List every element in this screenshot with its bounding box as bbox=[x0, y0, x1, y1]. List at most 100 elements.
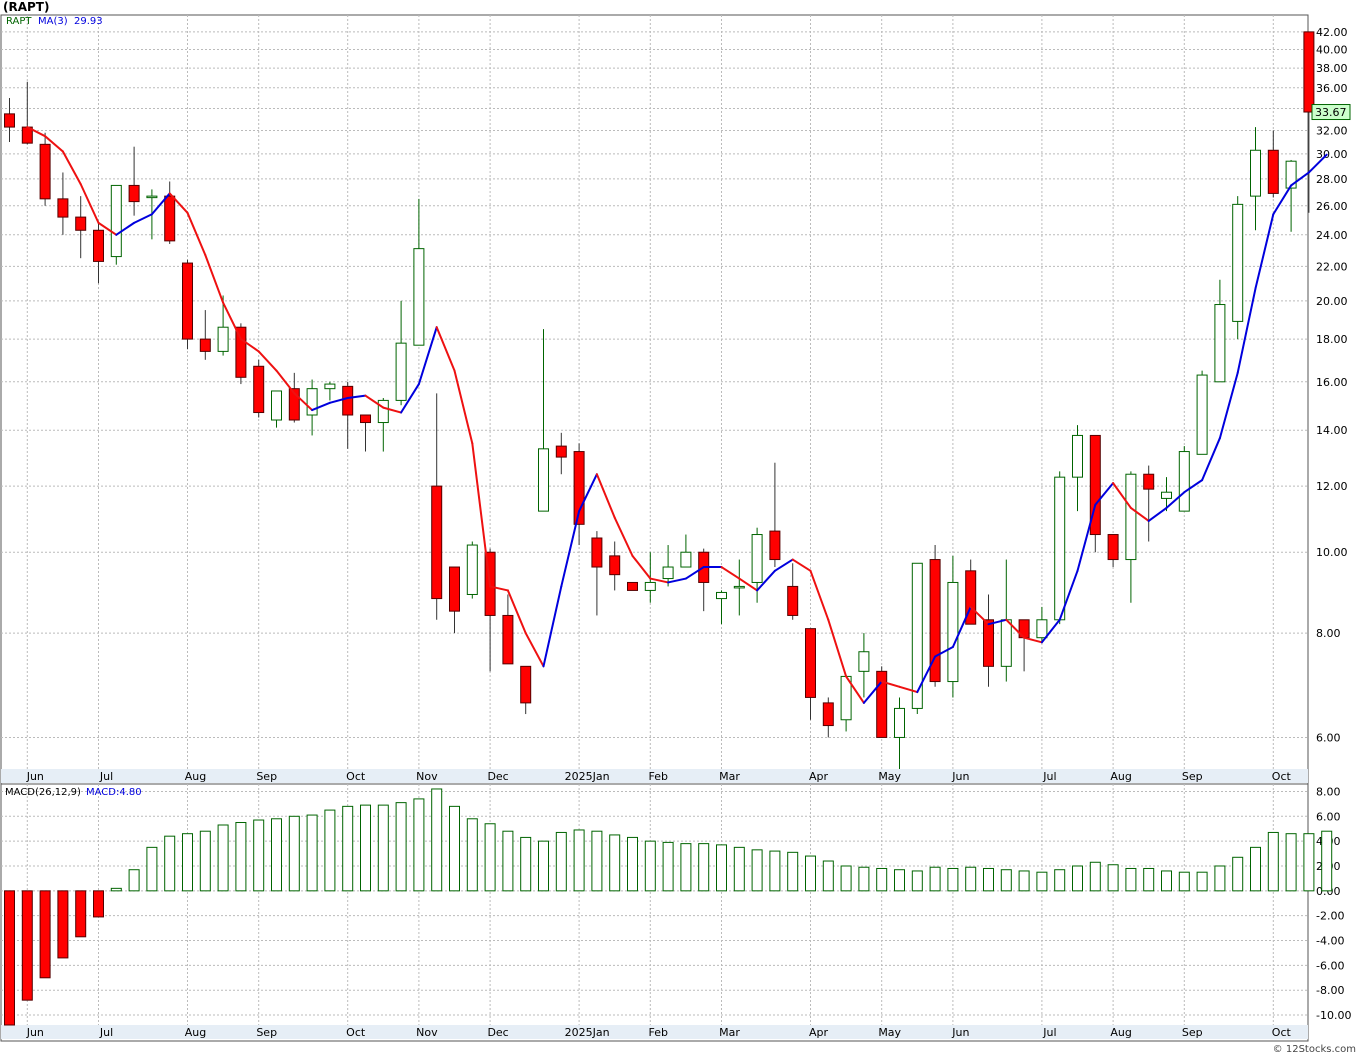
macd-tick-label: 6.00 bbox=[1316, 810, 1341, 823]
macd-bar-positive bbox=[324, 809, 336, 892]
price-tick-label: 40.00 bbox=[1316, 44, 1348, 57]
macd-bar-positive bbox=[1178, 871, 1190, 892]
macd-bar-positive bbox=[146, 846, 158, 892]
macd-bar-positive bbox=[1107, 864, 1119, 892]
last-price-label: 33.67 bbox=[1315, 106, 1347, 119]
macd-bar-positive bbox=[484, 823, 496, 892]
macd-bar-positive bbox=[182, 833, 193, 892]
candle-down bbox=[431, 485, 443, 600]
macd-bar-positive bbox=[466, 818, 478, 892]
macd-bar-positive bbox=[502, 830, 514, 892]
candle-down bbox=[805, 628, 816, 698]
price-axis: 42.0040.0038.0036.0034.0032.0030.0028.00… bbox=[1316, 26, 1348, 745]
macd-date-label: Oct bbox=[1272, 1026, 1292, 1039]
price-date-label: Oct bbox=[1272, 770, 1292, 783]
price-tick-label: 6.00 bbox=[1316, 731, 1341, 744]
candle-up bbox=[716, 591, 727, 600]
macd-date-label: Dec bbox=[487, 1026, 508, 1039]
macd-bar-negative bbox=[4, 890, 15, 1026]
macd-bar-positive bbox=[538, 840, 549, 892]
macd-bar-positive bbox=[1214, 865, 1226, 892]
candle-up bbox=[1178, 451, 1190, 512]
candle-up bbox=[1072, 434, 1083, 478]
macd-bar-positive bbox=[164, 835, 176, 892]
candle-down bbox=[182, 262, 193, 340]
price-tick-label: 28.00 bbox=[1316, 173, 1348, 186]
candle-up bbox=[217, 326, 229, 352]
macd-bar-positive bbox=[627, 836, 638, 892]
macd-date-label: Jun bbox=[951, 1026, 969, 1039]
macd-date-label: Aug bbox=[1110, 1026, 1131, 1039]
macd-tick-label: -2.00 bbox=[1316, 910, 1344, 923]
macd-bar-positive bbox=[1089, 861, 1101, 892]
candle-down bbox=[502, 614, 514, 665]
candle-down bbox=[983, 619, 994, 667]
candle-up bbox=[1054, 476, 1066, 621]
macd-bar-positive bbox=[1000, 869, 1012, 892]
macd-bar-positive bbox=[1285, 833, 1297, 892]
macd-date-label: May bbox=[878, 1026, 901, 1039]
macd-bar-positive bbox=[110, 887, 122, 892]
price-tick-label: 12.00 bbox=[1316, 480, 1348, 493]
price-tick-label: 38.00 bbox=[1316, 62, 1348, 75]
macd-bar-positive bbox=[929, 866, 941, 892]
candle-down bbox=[520, 665, 532, 704]
candle-up bbox=[1125, 473, 1137, 561]
macd-tick-label: -10.00 bbox=[1316, 1009, 1351, 1022]
macd-bar-positive bbox=[609, 834, 621, 892]
macd-bar-positive bbox=[377, 804, 389, 892]
price-tick-label: 16.00 bbox=[1316, 376, 1348, 389]
macd-bar-positive bbox=[1018, 870, 1030, 892]
candle-up bbox=[1214, 304, 1226, 383]
candle-up bbox=[1036, 619, 1048, 639]
price-date-label: Jul bbox=[99, 770, 113, 783]
price-date-label: 2025Jan bbox=[565, 770, 610, 783]
candle-up bbox=[751, 534, 763, 583]
macd-date-label: Jun bbox=[26, 1026, 44, 1039]
candle-up bbox=[644, 581, 656, 591]
candle-down bbox=[1267, 149, 1279, 194]
macd-bar-positive bbox=[573, 829, 585, 892]
macd-bar-positive bbox=[1267, 831, 1279, 892]
macd-date-label: Aug bbox=[185, 1026, 206, 1039]
candle-up bbox=[662, 566, 674, 580]
candle-up bbox=[858, 651, 870, 672]
macd-bar-positive bbox=[395, 802, 407, 892]
price-tick-label: 36.00 bbox=[1316, 82, 1348, 95]
candle-down bbox=[822, 702, 834, 727]
macd-bar-positive bbox=[1143, 867, 1155, 892]
candle-up bbox=[538, 448, 549, 512]
candle-up bbox=[680, 551, 692, 568]
macd-date-label: Oct bbox=[346, 1026, 366, 1039]
candle-up bbox=[1161, 491, 1172, 499]
macd-bar-positive bbox=[306, 814, 318, 892]
macd-axis: 8.006.004.002.000.00-2.00-4.00-6.00-8.00… bbox=[1316, 785, 1351, 1022]
candle-up bbox=[466, 544, 478, 595]
candle-down bbox=[591, 537, 603, 568]
macd-legend-value: MACD:4.80 bbox=[86, 787, 142, 798]
candle-up bbox=[1250, 149, 1261, 197]
macd-date-label: Feb bbox=[649, 1026, 668, 1039]
macd-bar-positive bbox=[1303, 833, 1315, 892]
macd-bar-positive bbox=[983, 867, 994, 892]
price-tick-label: 24.00 bbox=[1316, 229, 1348, 242]
macd-bar-negative bbox=[75, 890, 87, 938]
macd-bar-positive bbox=[894, 869, 905, 892]
macd-bar-negative bbox=[57, 890, 69, 959]
price-tick-label: 14.00 bbox=[1316, 424, 1348, 437]
candle-up bbox=[947, 581, 959, 683]
price-date-label: Sep bbox=[256, 770, 277, 783]
macd-bar-positive bbox=[128, 869, 140, 892]
candle-down bbox=[253, 365, 265, 414]
candle-down bbox=[1143, 473, 1155, 490]
macd-bar-positive bbox=[787, 851, 799, 892]
macd-bar-positive bbox=[520, 836, 532, 892]
macd-bar-positive bbox=[822, 860, 834, 892]
macd-bar-positive bbox=[217, 824, 229, 892]
macd-bar-positive bbox=[288, 815, 300, 892]
candle-up bbox=[1232, 203, 1244, 322]
macd-date-label: Nov bbox=[416, 1026, 438, 1039]
macd-bar-positive bbox=[1125, 867, 1137, 892]
chart-canvas: Jun Jul Aug Sep Oct Nov Dec 2025Jan Feb Mar Apr May… bbox=[0, 14, 1351, 1042]
macd-bar-positive bbox=[1072, 865, 1083, 892]
